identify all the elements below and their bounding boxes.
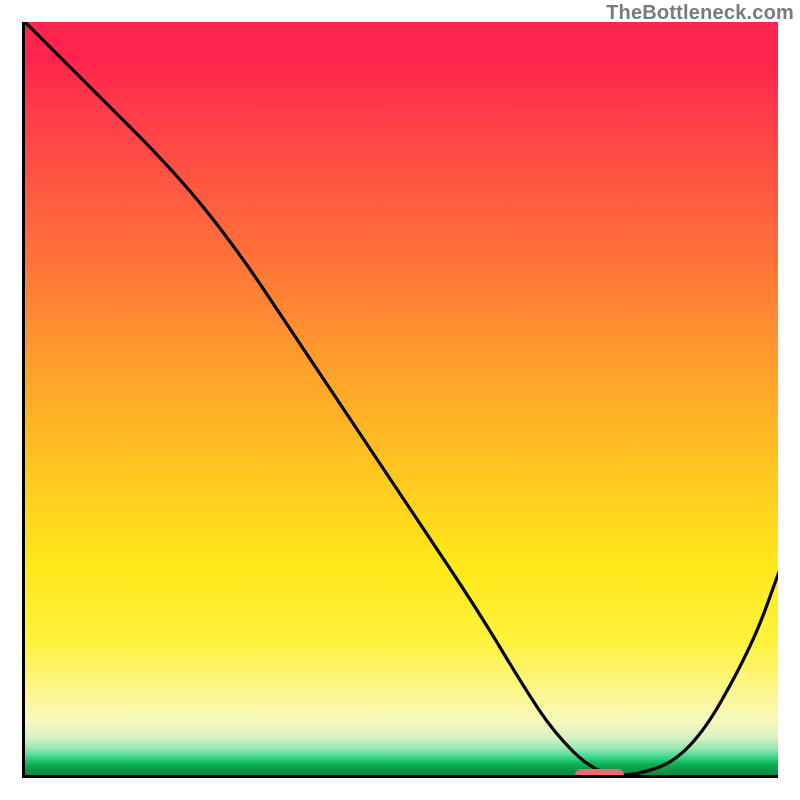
plot-area bbox=[22, 22, 778, 778]
optimal-range-marker bbox=[575, 769, 624, 778]
heatmap-gradient bbox=[25, 22, 778, 775]
chart-frame: TheBottleneck.com bbox=[0, 0, 800, 800]
